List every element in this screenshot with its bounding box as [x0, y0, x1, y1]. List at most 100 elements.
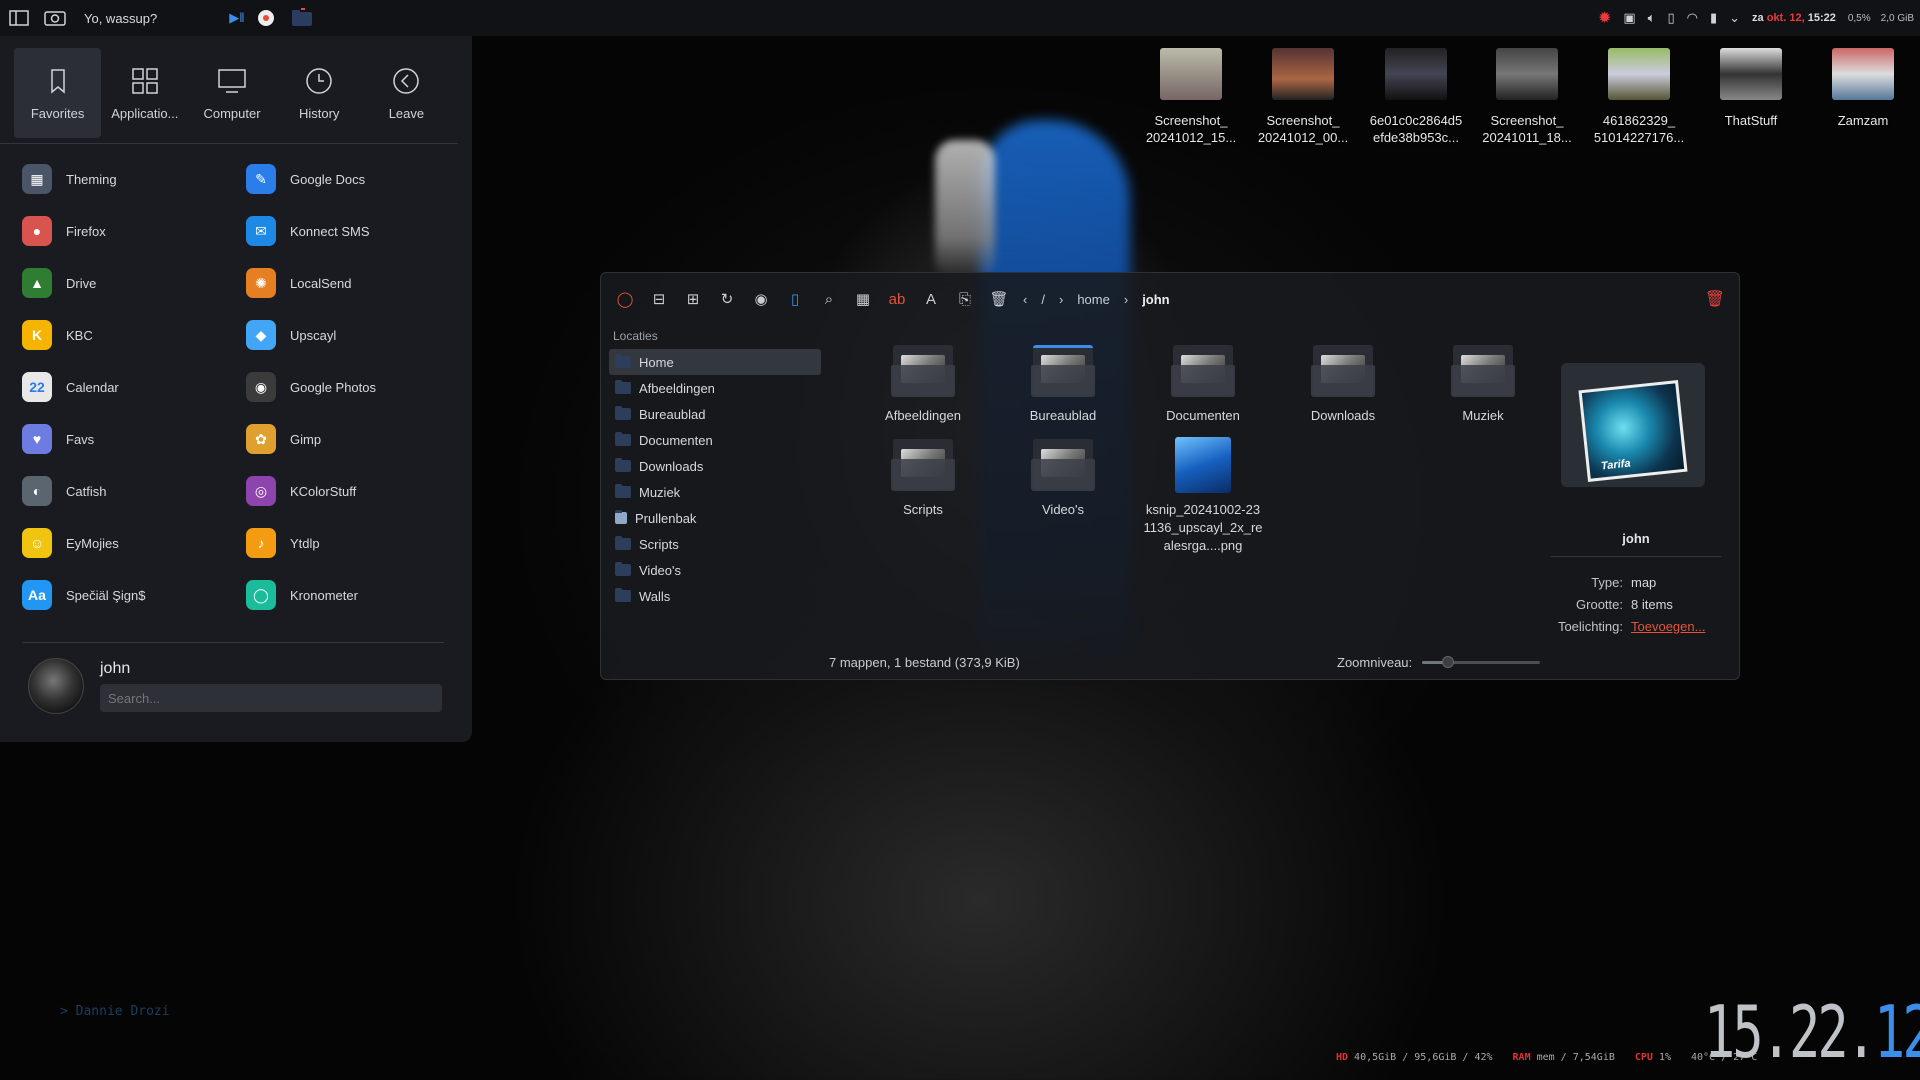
file-manager-task-icon[interactable] — [287, 3, 317, 33]
zoom-slider[interactable] — [1422, 656, 1541, 668]
digital-clock[interactable]: za okt. 12, 15:22 — [1752, 12, 1836, 24]
tab-applications[interactable]: Applicatio... — [101, 48, 188, 138]
system-monitor-icon[interactable]: ✹ — [1598, 8, 1611, 28]
add-comment-link[interactable]: Toevoegen... — [1631, 619, 1705, 634]
app-item[interactable]: ✿ Gimp — [246, 420, 470, 458]
chevron-down-icon[interactable]: ⌄ — [1729, 10, 1740, 26]
avatar[interactable] — [28, 658, 84, 714]
place-item[interactable]: Muziek — [609, 479, 821, 505]
app-item[interactable]: ♪ Ytdlp — [246, 524, 470, 562]
place-item[interactable]: Scripts — [609, 531, 821, 557]
volume-icon[interactable]: 🔈︎ — [1648, 10, 1656, 26]
battery-icon[interactable]: ▮ — [1710, 10, 1717, 26]
network-icon[interactable]: ◠ — [1687, 10, 1698, 26]
app-item[interactable]: Aa Spečiäl Şign$ — [22, 576, 246, 614]
folder-item[interactable]: Muziek — [1413, 343, 1553, 425]
folder-item[interactable]: Bureaublad — [993, 343, 1133, 425]
app-item[interactable]: ✎ Google Docs — [246, 160, 470, 198]
place-item[interactable]: Video's — [609, 557, 821, 583]
desktop-file-icon[interactable]: ThatStuff — [1697, 48, 1805, 129]
new-tab-icon[interactable]: ⊞ — [683, 289, 703, 309]
rename-icon[interactable]: ab — [887, 289, 907, 309]
place-item[interactable]: Afbeeldingen — [609, 375, 821, 401]
desktop-file-icon[interactable]: 461862329_ 51014227176... — [1585, 48, 1693, 146]
clipboard-icon[interactable]: ▣ — [1623, 10, 1635, 26]
desktop-file-icon[interactable]: Screenshot_ 20241012_00... — [1249, 48, 1357, 146]
bookmark-icon[interactable]: ▯ — [785, 289, 805, 309]
system-stats[interactable]: 0,5% 2,0 GiB — [1848, 13, 1914, 24]
icon-view-icon[interactable]: ▦ — [853, 289, 873, 309]
place-item[interactable]: Home — [609, 349, 821, 375]
tab-history[interactable]: History — [276, 48, 363, 138]
screenshot-icon[interactable] — [40, 3, 70, 33]
desktop-icon-label: Zamzam — [1837, 113, 1889, 128]
place-item[interactable]: Walls — [609, 583, 821, 609]
desktop-file-icon[interactable]: Screenshot_ 20241011_18... — [1473, 48, 1581, 146]
place-item[interactable]: Bureaublad — [609, 401, 821, 427]
folder-item[interactable]: Afbeeldingen — [853, 343, 993, 425]
phone-icon[interactable]: ▯ — [1667, 10, 1674, 26]
folder-item[interactable]: Video's — [993, 437, 1133, 555]
tab-computer[interactable]: Computer — [188, 48, 275, 138]
clock-icon — [306, 67, 332, 94]
app-item[interactable]: ◆ Upscayl — [246, 316, 470, 354]
app-item[interactable]: ◎ KColorStuff — [246, 472, 470, 510]
media-player-icon[interactable] — [251, 3, 281, 33]
app-icon: ✺ — [246, 268, 276, 298]
app-label: Theming — [66, 171, 117, 187]
cpu-label: CPU — [1634, 1052, 1653, 1063]
app-item[interactable]: ♥ Favs — [22, 420, 246, 458]
font-icon[interactable]: A — [921, 289, 941, 309]
app-item[interactable]: ▲ Drive — [22, 264, 246, 302]
delete-icon[interactable]: 🗑︎ — [989, 289, 1009, 309]
app-item[interactable]: ● Firefox — [22, 212, 246, 250]
app-item[interactable]: ✉ Konnect SMS — [246, 212, 470, 250]
app-item[interactable]: 22 Calendar — [22, 368, 246, 406]
place-item[interactable]: Documenten — [609, 427, 821, 453]
place-item[interactable]: Prullenbak — [609, 505, 821, 531]
app-item[interactable]: ◐ Catfish — [22, 472, 246, 510]
window-title: Yo, wassup? — [84, 10, 158, 26]
app-item[interactable]: ◯ Kronometer — [246, 576, 470, 614]
preview-eye-icon[interactable]: ◉ — [751, 289, 771, 309]
folder-item[interactable]: Documenten — [1133, 343, 1273, 425]
tab-favorites[interactable]: Favorites — [14, 48, 102, 138]
file-thumbnail — [1496, 48, 1558, 100]
breadcrumb-current[interactable]: john — [1142, 292, 1169, 307]
hd-label: HD — [1336, 1052, 1349, 1063]
play-pause-icon[interactable]: ▶‖ — [229, 10, 244, 26]
info-key: Grootte: — [1576, 596, 1623, 612]
desktop-file-icon[interactable]: Screenshot_ 20241012_15... — [1137, 48, 1245, 146]
breadcrumb-home[interactable]: home — [1077, 292, 1110, 307]
app-item[interactable]: ▦ Theming — [22, 160, 246, 198]
close-circle-icon[interactable]: ◯ — [615, 289, 635, 309]
folder-item[interactable]: Downloads — [1273, 343, 1413, 425]
trash-icon[interactable]: 🗑︎ — [1705, 289, 1725, 309]
file-item[interactable]: ksnip_20241002-231136_upscayl_2x_realesr… — [1133, 437, 1273, 555]
refresh-icon[interactable]: ↻ — [717, 289, 737, 309]
app-label: Konnect SMS — [290, 223, 370, 239]
folder-icon — [615, 588, 631, 602]
app-item[interactable]: ✺ LocalSend — [246, 264, 470, 302]
desktop-icon-label: Screenshot_ — [1490, 113, 1564, 128]
app-icon: ● — [22, 216, 52, 246]
breadcrumb-root[interactable]: / — [1041, 292, 1045, 307]
desktop-file-icon[interactable]: 6e01c0c2864d5 efde38b953c... — [1362, 48, 1470, 146]
conky-stats: HD 40,5GiB / 95,6GiB / 42% RAM mem / 7,54G… — [1336, 1052, 1757, 1063]
search-input[interactable] — [100, 684, 442, 712]
place-item[interactable]: Downloads — [609, 453, 821, 479]
application-launcher-icon[interactable] — [4, 3, 34, 33]
desktop-file-icon[interactable]: Zamzam — [1809, 48, 1917, 129]
app-item[interactable]: ☺ EyMojies — [22, 524, 246, 562]
zoom-handle[interactable] — [1442, 656, 1455, 668]
tab-leave[interactable]: Leave — [363, 48, 450, 138]
place-label: Bureaublad — [639, 406, 706, 422]
info-value: 8 items — [1631, 596, 1673, 612]
app-item[interactable]: ◉ Google Photos — [246, 368, 470, 406]
folder-item[interactable]: Scripts — [853, 437, 993, 555]
search-icon[interactable]: ⌕ — [819, 289, 839, 309]
back-arrow-icon[interactable]: ‹ — [1023, 292, 1027, 307]
copy-icon[interactable]: ⎘ — [955, 289, 975, 309]
app-item[interactable]: K KBC — [22, 316, 246, 354]
split-view-icon[interactable]: ⊟ — [649, 289, 669, 309]
